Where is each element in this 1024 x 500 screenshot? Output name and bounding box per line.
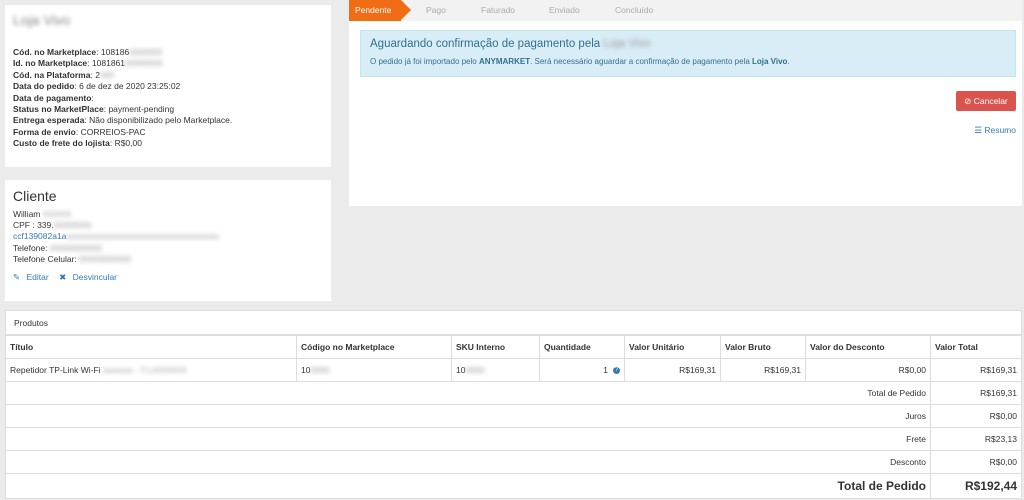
summary-row: Total de Pedido R$169,31 — [5, 381, 1022, 405]
alert-title: Aguardando confirmação de pagamento pela… — [370, 38, 651, 50]
order-detail-row: Entrega esperada: Não disponibilizado pe… — [13, 115, 233, 126]
order-detail-row: Status no MarketPlace: payment-pending — [13, 104, 175, 115]
order-details: Cód. no Marketplace: 1081860000000 Id. no… — [13, 47, 323, 150]
order-detail-row: Data do pedido: 6 de dez de 2020 23:25:0… — [13, 81, 181, 92]
step-enviado: Enviado — [549, 5, 580, 15]
order-detail-row: Id. no Marketplace: 108186100000000 — [13, 58, 163, 69]
table-header: Título Código no Marketplace SKU Interno… — [5, 335, 1022, 359]
summary-label: Desconto — [5, 450, 931, 474]
client-cpf: CPF : 339.00000000 — [13, 220, 92, 231]
summary-value: R$0,00 — [930, 450, 1022, 474]
th-gross: Valor Bruto — [720, 335, 806, 359]
client-panel: Cliente William XXXXX CPF : 339.00000000… — [5, 180, 331, 301]
order-detail-row: Forma de envio: CORREIOS-PAC — [13, 126, 146, 137]
list-icon: ☰ — [974, 125, 982, 135]
cell-total: R$169,31 — [930, 358, 1022, 382]
order-detail-row: Data de pagamento: — [13, 92, 94, 103]
status-steps: Pendente Pago Faturado Enviado Concluído — [349, 0, 1022, 21]
unlink-client-link[interactable]: ✖ Desvincular — [59, 272, 121, 282]
products-section: Produtos Título Código no Marketplace SK… — [0, 310, 1022, 500]
th-title: Título — [5, 335, 297, 359]
step-faturado: Faturado — [481, 5, 516, 15]
help-icon[interactable]: ? — [613, 367, 620, 375]
th-total: Valor Total — [930, 335, 1022, 359]
pencil-icon: ✎ — [13, 272, 21, 283]
order-detail-row: Cód. no Marketplace: 1081860000000 — [13, 47, 163, 57]
payment-alert: Aguardando confirmação de pagamento pela… — [360, 30, 1016, 77]
cell-qty: 1? — [539, 358, 625, 382]
summary-value: R$0,00 — [930, 404, 1022, 428]
step-pago: Pago — [426, 5, 446, 15]
ban-icon: ⊘ — [964, 96, 972, 106]
cell-unit: R$169,31 — [624, 358, 721, 382]
close-icon: ✖ — [59, 272, 67, 283]
th-discount: Valor do Desconto — [805, 335, 931, 359]
cell-discount: R$0,00 — [805, 358, 931, 382]
order-detail-row: Cód. na Plataforma: 2000 — [13, 69, 115, 80]
summary-value: R$169,31 — [930, 381, 1022, 405]
grand-total-row: Total de Pedido R$192,44 — [5, 473, 1022, 499]
alert-message: O pedido já foi importado pelo ANYMARKET… — [370, 57, 790, 66]
th-unit: Valor Unitário — [624, 335, 721, 359]
grand-total-label: Total de Pedido — [5, 473, 931, 499]
resumo-link[interactable]: ☰ Resumo — [974, 125, 1016, 136]
th-sku: SKU Interno — [451, 335, 540, 359]
cell-code: 100000 — [296, 358, 452, 382]
th-code: Código no Marketplace — [296, 335, 452, 359]
summary-row: Frete R$23,13 — [5, 427, 1022, 451]
products-table: Título Código no Marketplace SKU Interno… — [5, 335, 1022, 499]
order-info-panel: Loja Vivo Cód. no Marketplace: 108186000… — [5, 5, 331, 167]
summary-row: Juros R$0,00 — [5, 404, 1022, 428]
client-mobile: Telefone Celular: 00000000000 — [13, 253, 132, 264]
cell-gross: R$169,31 — [720, 358, 806, 382]
table-row: Repetidor TP-Link Wi-Fi xxxxxxx - T-LXXX… — [5, 358, 1022, 382]
summary-row: Desconto R$0,00 — [5, 450, 1022, 474]
th-qty: Quantidade — [539, 335, 625, 359]
cell-title: Repetidor TP-Link Wi-Fi xxxxxxx - T-LXXX… — [5, 358, 297, 382]
summary-label: Juros — [5, 404, 931, 428]
products-title: Produtos — [5, 310, 1022, 335]
store-name: Loja Vivo — [13, 12, 71, 28]
cell-sku: 100000 — [451, 358, 540, 382]
cancel-button[interactable]: ⊘ Cancelar — [956, 91, 1016, 111]
edit-client-link[interactable]: ✎ Editar — [13, 272, 53, 282]
client-name: William XXXXX — [13, 209, 72, 219]
summary-value: R$23,13 — [930, 427, 1022, 451]
grand-total-value: R$192,44 — [930, 473, 1022, 499]
client-phone: Telefone: 00000000000 — [13, 242, 102, 253]
step-pendente: Pendente — [349, 0, 411, 21]
client-email-link[interactable]: ccf139082a1axxxxxxxxxxxxxxxxxxxxxxxxxxxx… — [13, 231, 323, 242]
summary-label: Total de Pedido — [5, 381, 931, 405]
summary-label: Frete — [5, 427, 931, 451]
step-concluido: Concluído — [615, 5, 654, 15]
order-status-panel: Pendente Pago Faturado Enviado Concluído… — [349, 0, 1022, 206]
client-title: Cliente — [13, 188, 57, 204]
order-detail-row: Custo de frete do lojista: R$0,00 — [13, 138, 142, 149]
